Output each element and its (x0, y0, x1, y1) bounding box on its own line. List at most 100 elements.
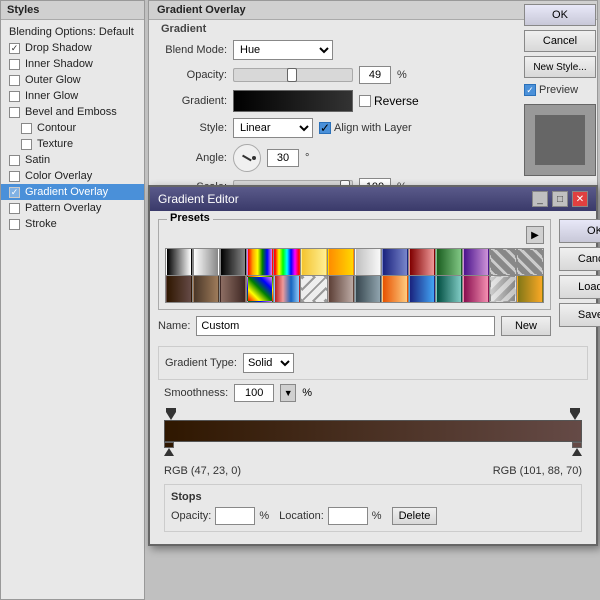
preset-item-22[interactable] (382, 276, 408, 302)
checkbox-stroke[interactable] (9, 219, 20, 230)
reverse-checkbox[interactable] (359, 95, 371, 107)
preset-item-11[interactable] (463, 249, 489, 275)
preset-item-21[interactable] (355, 276, 381, 302)
align-checkbox[interactable]: ✓ (319, 122, 331, 134)
preset-item-9[interactable] (409, 249, 435, 275)
preset-item-1[interactable] (193, 249, 219, 275)
checkbox-satin[interactable] (9, 155, 20, 166)
style-label: Style: (157, 122, 227, 134)
checkbox-pattern-overlay[interactable] (9, 203, 20, 214)
sidebar-label-inner-glow: Inner Glow (25, 90, 78, 102)
preset-item-6[interactable] (328, 249, 354, 275)
preset-item-16[interactable] (220, 276, 246, 302)
preset-item-4[interactable] (274, 249, 300, 275)
angle-dial[interactable] (233, 144, 261, 172)
cancel-button[interactable]: Cancel (524, 30, 596, 52)
preview-checkbox[interactable]: ✓ (524, 84, 536, 96)
sidebar-item-contour[interactable]: Contour (1, 120, 144, 136)
delete-stop-button[interactable]: Delete (392, 507, 438, 525)
sidebar-item-color-overlay[interactable]: Color Overlay (1, 168, 144, 184)
sidebar-item-inner-shadow[interactable]: Inner Shadow (1, 56, 144, 72)
style-select[interactable]: Linear (233, 118, 313, 138)
gradient-label: Gradient: (157, 95, 227, 107)
checkbox-outer-glow[interactable] (9, 75, 20, 86)
sidebar-item-drop-shadow[interactable]: Drop Shadow (1, 40, 144, 56)
opacity-stop-left[interactable] (166, 408, 176, 420)
sidebar-item-satin[interactable]: Satin (1, 152, 144, 168)
preset-item-13[interactable] (517, 249, 543, 275)
sidebar-item-blending-options[interactable]: Blending Options: Default (1, 24, 144, 40)
smoothness-stepper[interactable]: ▼ (280, 384, 296, 402)
ge-buttons: OK Cancel Load... Save... (559, 219, 600, 342)
preset-item-17[interactable] (247, 276, 273, 302)
stop-location-input[interactable] (328, 507, 368, 525)
name-input[interactable] (196, 316, 495, 336)
name-row: Name: New (158, 316, 551, 336)
new-style-button[interactable]: New Style... (524, 56, 596, 78)
smoothness-input[interactable] (234, 384, 274, 402)
color-stop-arrow-l (164, 448, 174, 456)
opacity-stops-row (164, 408, 582, 420)
ge-save-button[interactable]: Save... (559, 303, 600, 327)
checkbox-gradient-overlay[interactable] (9, 187, 20, 198)
preset-item-5[interactable] (301, 249, 327, 275)
checkbox-drop-shadow[interactable] (9, 43, 20, 54)
sidebar-item-pattern-overlay[interactable]: Pattern Overlay (1, 200, 144, 216)
presets-options-arrow[interactable]: ▶ (526, 226, 544, 244)
layer-styles-panel: Styles Blending Options: DefaultDrop Sha… (0, 0, 145, 600)
blend-mode-select[interactable]: Hue (233, 40, 333, 60)
ge-cancel-button[interactable]: Cancel (559, 247, 600, 271)
preset-item-25[interactable] (463, 276, 489, 302)
gradient-type-select[interactable]: Solid Noise (243, 353, 294, 373)
angle-indicator (242, 155, 251, 161)
maximize-button[interactable]: □ (552, 191, 568, 207)
preset-item-24[interactable] (436, 276, 462, 302)
new-gradient-button[interactable]: New (501, 316, 551, 336)
preset-item-20[interactable] (328, 276, 354, 302)
preset-item-18[interactable] (274, 276, 300, 302)
preset-item-3[interactable] (247, 249, 273, 275)
minimize-button[interactable]: _ (532, 191, 548, 207)
preset-item-15[interactable] (193, 276, 219, 302)
checkbox-texture[interactable] (21, 139, 32, 150)
sidebar-item-inner-glow[interactable]: Inner Glow (1, 88, 144, 104)
ge-ok-button[interactable]: OK (559, 219, 600, 243)
preset-item-12[interactable] (490, 249, 516, 275)
opacity-label: Opacity: (157, 69, 227, 81)
preset-item-0[interactable] (166, 249, 192, 275)
opacity-input[interactable] (359, 66, 391, 84)
angle-input[interactable] (267, 149, 299, 167)
preset-item-8[interactable] (382, 249, 408, 275)
stop-opacity-input[interactable] (215, 507, 255, 525)
sidebar-item-gradient-overlay[interactable]: Gradient Overlay (1, 184, 144, 200)
gradient-bar[interactable] (164, 420, 582, 442)
checkbox-inner-glow[interactable] (9, 91, 20, 102)
stop-location-unit: % (372, 510, 382, 522)
color-stop-right[interactable] (572, 442, 582, 456)
preset-item-7[interactable] (355, 249, 381, 275)
ok-button[interactable]: OK (524, 4, 596, 26)
opacity-slider[interactable] (233, 68, 353, 82)
preset-item-23[interactable] (409, 276, 435, 302)
sidebar-item-bevel-emboss[interactable]: Bevel and Emboss (1, 104, 144, 120)
preset-item-26[interactable] (490, 276, 516, 302)
preset-item-10[interactable] (436, 249, 462, 275)
sidebar-item-stroke[interactable]: Stroke (1, 216, 144, 232)
checkbox-color-overlay[interactable] (9, 171, 20, 182)
close-button[interactable]: ✕ (572, 191, 588, 207)
gradient-preview[interactable] (233, 90, 353, 112)
opacity-stop-arrow-r (570, 412, 580, 420)
sidebar-item-outer-glow[interactable]: Outer Glow (1, 72, 144, 88)
preset-item-19[interactable] (301, 276, 327, 302)
sidebar-item-texture[interactable]: Texture (1, 136, 144, 152)
align-label: Align with Layer (334, 122, 412, 134)
preset-item-14[interactable] (166, 276, 192, 302)
ge-load-button[interactable]: Load... (559, 275, 600, 299)
preset-item-27[interactable] (517, 276, 543, 302)
checkbox-bevel-emboss[interactable] (9, 107, 20, 118)
color-stop-left[interactable] (164, 442, 174, 456)
preset-item-2[interactable] (220, 249, 246, 275)
opacity-stop-right[interactable] (570, 408, 580, 420)
checkbox-contour[interactable] (21, 123, 32, 134)
checkbox-inner-shadow[interactable] (9, 59, 20, 70)
